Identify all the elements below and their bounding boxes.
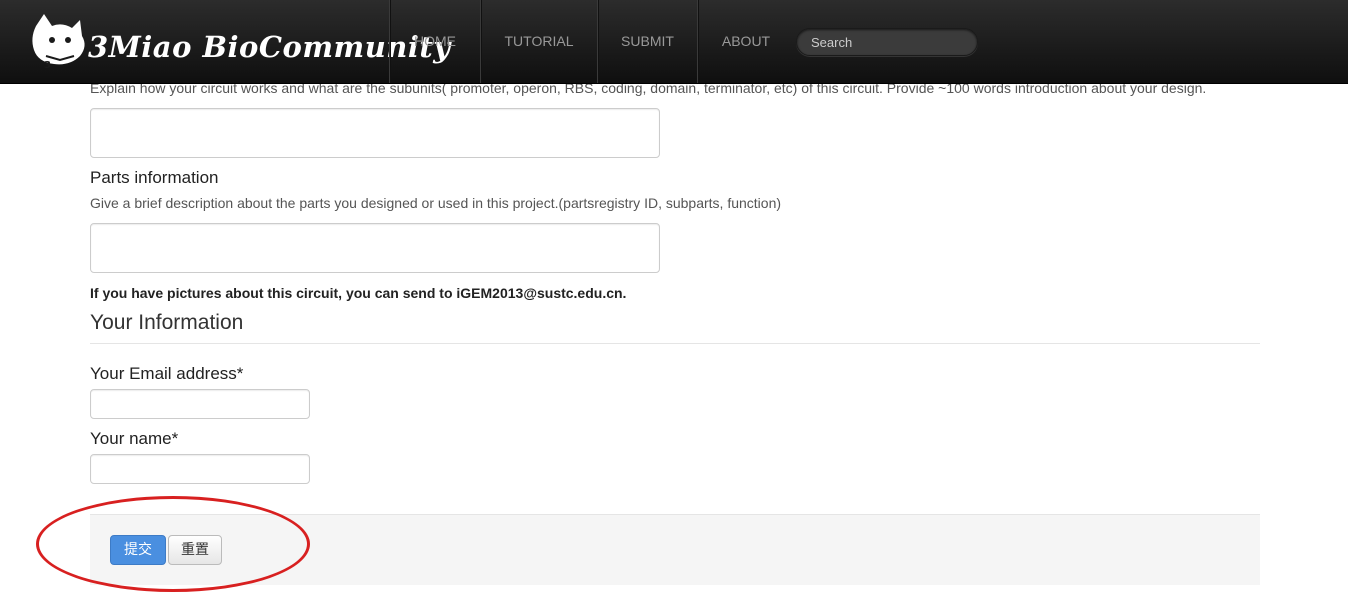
parts-info-textarea[interactable]: [90, 223, 660, 273]
top-navbar: 3 3Miao BioCommunity HOME TUTORIAL SUBMI…: [0, 0, 1348, 84]
nav-submit[interactable]: SUBMIT: [598, 0, 697, 83]
name-field[interactable]: [90, 454, 310, 484]
parts-help-text: Give a brief description about the parts…: [90, 195, 782, 211]
cat-logo-icon: 3: [32, 14, 85, 71]
parts-info-label: Parts information: [90, 168, 219, 187]
brand-logo[interactable]: 3 3Miao BioCommunity: [30, 10, 450, 72]
nav-tutorial[interactable]: TUTORIAL: [481, 0, 597, 83]
svg-text:3: 3: [44, 60, 51, 71]
reset-button[interactable]: 重置: [168, 535, 222, 565]
email-field[interactable]: [90, 389, 310, 419]
your-information-heading: Your Information: [90, 311, 244, 334]
submit-button[interactable]: 提交: [110, 535, 166, 565]
form-actions-bar: [90, 514, 1260, 585]
search-input[interactable]: [796, 28, 978, 56]
pictures-note: If you have pictures about this circuit,…: [90, 285, 627, 301]
page-content: Explain how your circuit works and what …: [0, 0, 1348, 604]
name-label: Your name*: [90, 429, 179, 448]
email-label: Your Email address*: [90, 364, 244, 383]
nav-home[interactable]: HOME: [390, 0, 480, 83]
section-divider: [90, 343, 1260, 344]
circuit-description-textarea[interactable]: [90, 108, 660, 158]
nav-about[interactable]: ABOUT: [698, 0, 794, 83]
